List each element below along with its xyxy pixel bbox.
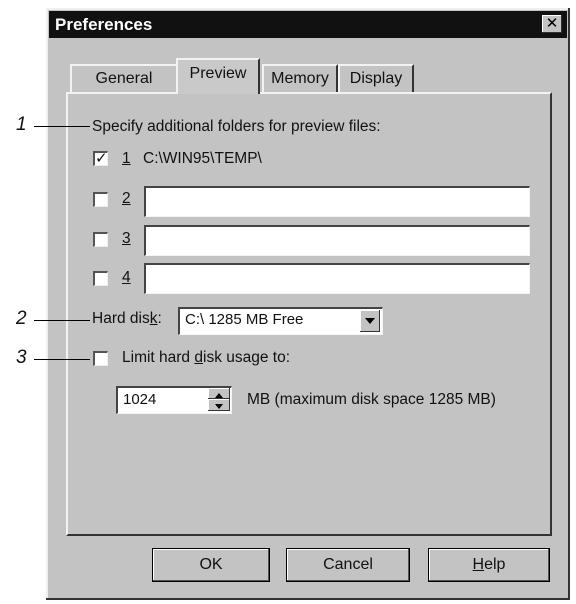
tab-preview-label: Preview: [189, 65, 247, 82]
folder-2-checkbox[interactable]: [93, 192, 108, 207]
spinner-buttons: [208, 388, 230, 412]
ok-button[interactable]: OK: [152, 548, 270, 582]
spin-up-button[interactable]: [208, 388, 230, 399]
folder-4-checkbox[interactable]: [93, 271, 108, 286]
tab-preview[interactable]: Preview: [176, 58, 260, 94]
tab-memory-label: Memory: [271, 70, 329, 87]
limit-spinner[interactable]: 1024: [116, 386, 232, 414]
check-icon: ✓: [95, 150, 108, 167]
limit-disk-checkbox[interactable]: [93, 351, 108, 366]
callout-3-leader: [34, 359, 90, 360]
hard-disk-value: C:\ 1285 MB Free: [185, 311, 304, 328]
arrow-down-icon: [215, 404, 223, 409]
folders-label: Specify additional folders for preview f…: [92, 118, 381, 135]
tab-general-label: General: [95, 70, 153, 87]
folder-2-field[interactable]: [144, 186, 530, 217]
folder-2-number: 2: [122, 190, 131, 207]
folder-1-path: C:\WIN95\TEMP\: [143, 150, 262, 167]
window-title: Preferences: [55, 15, 153, 34]
cancel-button[interactable]: Cancel: [286, 548, 410, 582]
hard-disk-label: Hard disk:: [92, 310, 162, 327]
callout-3: 3: [16, 347, 27, 368]
tab-general[interactable]: General: [70, 64, 178, 92]
tab-display[interactable]: Display: [338, 64, 414, 92]
limit-disk-label: Limit hard disk usage to:: [122, 349, 291, 366]
limit-unit-text: MB (maximum disk space 1285 MB): [247, 391, 496, 408]
folder-1-number: 1: [122, 150, 131, 167]
folder-4-field[interactable]: [144, 263, 530, 294]
callout-1: 1: [16, 114, 27, 135]
hard-disk-select[interactable]: C:\ 1285 MB Free: [178, 307, 383, 335]
limit-value: 1024: [123, 391, 157, 408]
folder-1-checkbox[interactable]: ✓: [93, 151, 108, 166]
callout-1-leader: [34, 126, 90, 127]
close-icon: ✕: [545, 15, 559, 32]
folder-3-checkbox[interactable]: [93, 232, 108, 247]
folder-3-field[interactable]: [144, 225, 530, 256]
folder-4-number: 4: [122, 269, 131, 286]
spin-down-button[interactable]: [208, 399, 230, 411]
tab-memory[interactable]: Memory: [262, 64, 338, 92]
dropdown-button[interactable]: [360, 310, 380, 332]
help-button[interactable]: Help: [428, 548, 550, 582]
callout-2-leader: [34, 320, 90, 321]
callout-2: 2: [16, 308, 27, 329]
folder-3-number: 3: [122, 230, 131, 247]
close-button[interactable]: ✕: [542, 15, 562, 33]
title-bar[interactable]: Preferences ✕: [49, 11, 567, 38]
chevron-down-icon: [365, 318, 375, 324]
tab-display-label: Display: [349, 70, 403, 87]
